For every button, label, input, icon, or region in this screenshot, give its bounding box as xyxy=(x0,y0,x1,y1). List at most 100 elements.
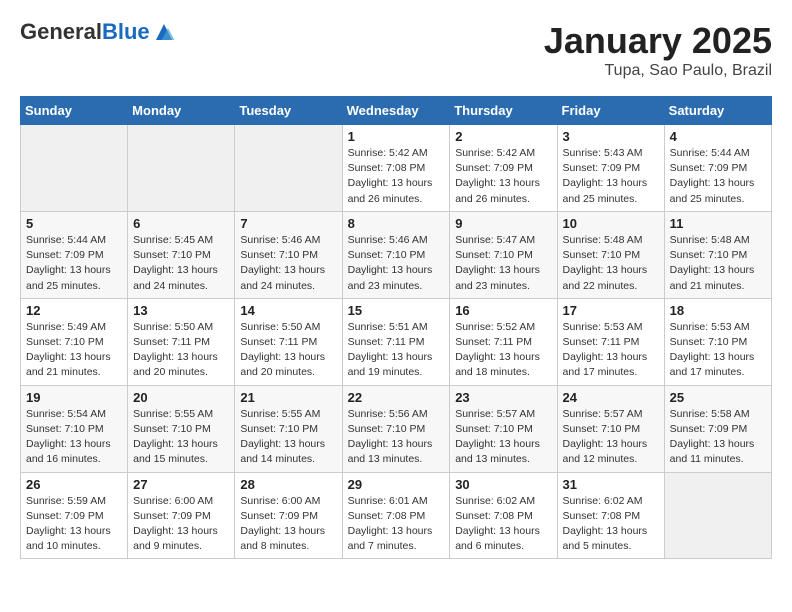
day-info: Sunrise: 5:43 AM Sunset: 7:09 PM Dayligh… xyxy=(563,146,659,207)
day-info: Sunrise: 5:58 AM Sunset: 7:09 PM Dayligh… xyxy=(670,407,766,468)
day-number: 30 xyxy=(455,477,551,492)
day-number: 13 xyxy=(133,303,229,318)
day-info: Sunrise: 5:53 AM Sunset: 7:10 PM Dayligh… xyxy=(670,320,766,381)
day-number: 3 xyxy=(563,129,659,144)
day-info: Sunrise: 5:51 AM Sunset: 7:11 PM Dayligh… xyxy=(348,320,445,381)
day-info: Sunrise: 5:52 AM Sunset: 7:11 PM Dayligh… xyxy=(455,320,551,381)
day-info: Sunrise: 5:47 AM Sunset: 7:10 PM Dayligh… xyxy=(455,233,551,294)
day-number: 28 xyxy=(240,477,336,492)
day-info: Sunrise: 6:02 AM Sunset: 7:08 PM Dayligh… xyxy=(455,494,551,555)
day-cell-1: 1Sunrise: 5:42 AM Sunset: 7:08 PM Daylig… xyxy=(342,125,450,212)
day-info: Sunrise: 6:00 AM Sunset: 7:09 PM Dayligh… xyxy=(240,494,336,555)
day-cell-15: 15 Sunrise: 5:51 AM Sunset: 7:11 PM Dayli… xyxy=(342,298,450,385)
day-cell-3: 3 Sunrise: 5:43 AM Sunset: 7:09 PM Daylig… xyxy=(557,125,664,212)
day-number: 9 xyxy=(455,216,551,231)
day-number: 24 xyxy=(563,390,659,405)
day-info: Sunrise: 5:42 AM Sunset: 7:09 PM Dayligh… xyxy=(455,146,551,207)
day-info: Sunrise: 5:44 AM Sunset: 7:09 PM Dayligh… xyxy=(26,233,122,294)
day-number: 29 xyxy=(348,477,445,492)
weekday-header-tuesday: Tuesday xyxy=(235,97,342,125)
day-number: 1 xyxy=(348,129,445,144)
day-cell-8: 8 Sunrise: 5:46 AM Sunset: 7:10 PM Daylig… xyxy=(342,211,450,298)
weekday-header-sunday: Sunday xyxy=(21,97,128,125)
empty-cell xyxy=(664,472,771,559)
day-number: 18 xyxy=(670,303,766,318)
day-cell-30: 30 Sunrise: 6:02 AM Sunset: 7:08 PM Dayli… xyxy=(450,472,557,559)
weekday-header-friday: Friday xyxy=(557,97,664,125)
logo-blue-text: Blue xyxy=(102,19,150,44)
day-info: Sunrise: 5:50 AM Sunset: 7:11 PM Dayligh… xyxy=(240,320,336,381)
day-number: 10 xyxy=(563,216,659,231)
day-cell-14: 14 Sunrise: 5:50 AM Sunset: 7:11 PM Dayli… xyxy=(235,298,342,385)
day-number: 31 xyxy=(563,477,659,492)
day-number: 5 xyxy=(26,216,122,231)
day-number: 26 xyxy=(26,477,122,492)
day-number: 22 xyxy=(348,390,445,405)
day-number: 15 xyxy=(348,303,445,318)
empty-cell xyxy=(21,125,128,212)
week-row-5: 26Sunrise: 5:59 AM Sunset: 7:09 PM Dayli… xyxy=(21,472,772,559)
empty-cell xyxy=(235,125,342,212)
weekday-header-row: SundayMondayTuesdayWednesdayThursdayFrid… xyxy=(21,97,772,125)
day-info: Sunrise: 5:55 AM Sunset: 7:10 PM Dayligh… xyxy=(240,407,336,468)
day-cell-18: 18 Sunrise: 5:53 AM Sunset: 7:10 PM Dayli… xyxy=(664,298,771,385)
logo-icon xyxy=(152,20,176,44)
day-cell-13: 13 Sunrise: 5:50 AM Sunset: 7:11 PM Dayli… xyxy=(128,298,235,385)
week-row-1: 1Sunrise: 5:42 AM Sunset: 7:08 PM Daylig… xyxy=(21,125,772,212)
week-row-2: 5 Sunrise: 5:44 AM Sunset: 7:09 PM Daylig… xyxy=(21,211,772,298)
day-number: 4 xyxy=(670,129,766,144)
day-cell-11: 11 Sunrise: 5:48 AM Sunset: 7:10 PM Dayli… xyxy=(664,211,771,298)
day-cell-29: 29 Sunrise: 6:01 AM Sunset: 7:08 PM Dayli… xyxy=(342,472,450,559)
weekday-header-thursday: Thursday xyxy=(450,97,557,125)
day-info: Sunrise: 5:53 AM Sunset: 7:11 PM Dayligh… xyxy=(563,320,659,381)
day-cell-19: 19Sunrise: 5:54 AM Sunset: 7:10 PM Dayli… xyxy=(21,385,128,472)
day-info: Sunrise: 5:45 AM Sunset: 7:10 PM Dayligh… xyxy=(133,233,229,294)
day-info: Sunrise: 5:55 AM Sunset: 7:10 PM Dayligh… xyxy=(133,407,229,468)
day-info: Sunrise: 5:50 AM Sunset: 7:11 PM Dayligh… xyxy=(133,320,229,381)
day-number: 17 xyxy=(563,303,659,318)
day-number: 23 xyxy=(455,390,551,405)
day-info: Sunrise: 6:02 AM Sunset: 7:08 PM Dayligh… xyxy=(563,494,659,555)
day-number: 19 xyxy=(26,390,122,405)
logo-general-text: General xyxy=(20,19,102,44)
page-header: GeneralBlue January 2025 Tupa, Sao Paulo… xyxy=(20,20,772,80)
day-number: 2 xyxy=(455,129,551,144)
calendar-table: SundayMondayTuesdayWednesdayThursdayFrid… xyxy=(20,96,772,559)
day-cell-12: 12 Sunrise: 5:49 AM Sunset: 7:10 PM Dayli… xyxy=(21,298,128,385)
day-cell-21: 21Sunrise: 5:55 AM Sunset: 7:10 PM Dayli… xyxy=(235,385,342,472)
day-number: 14 xyxy=(240,303,336,318)
day-info: Sunrise: 6:01 AM Sunset: 7:08 PM Dayligh… xyxy=(348,494,445,555)
day-cell-20: 20 Sunrise: 5:55 AM Sunset: 7:10 PM Dayli… xyxy=(128,385,235,472)
day-number: 25 xyxy=(670,390,766,405)
day-info: Sunrise: 5:48 AM Sunset: 7:10 PM Dayligh… xyxy=(670,233,766,294)
day-info: Sunrise: 5:46 AM Sunset: 7:10 PM Dayligh… xyxy=(348,233,445,294)
day-info: Sunrise: 5:44 AM Sunset: 7:09 PM Dayligh… xyxy=(670,146,766,207)
day-number: 8 xyxy=(348,216,445,231)
day-cell-22: 22 Sunrise: 5:56 AM Sunset: 7:10 PM Dayli… xyxy=(342,385,450,472)
day-info: Sunrise: 5:49 AM Sunset: 7:10 PM Dayligh… xyxy=(26,320,122,381)
empty-cell xyxy=(128,125,235,212)
day-info: Sunrise: 5:48 AM Sunset: 7:10 PM Dayligh… xyxy=(563,233,659,294)
day-cell-7: 7 Sunrise: 5:46 AM Sunset: 7:10 PM Daylig… xyxy=(235,211,342,298)
day-number: 12 xyxy=(26,303,122,318)
day-number: 20 xyxy=(133,390,229,405)
day-number: 7 xyxy=(240,216,336,231)
day-info: Sunrise: 5:46 AM Sunset: 7:10 PM Dayligh… xyxy=(240,233,336,294)
day-number: 11 xyxy=(670,216,766,231)
day-info: Sunrise: 5:57 AM Sunset: 7:10 PM Dayligh… xyxy=(563,407,659,468)
day-cell-4: 4 Sunrise: 5:44 AM Sunset: 7:09 PM Daylig… xyxy=(664,125,771,212)
week-row-3: 12 Sunrise: 5:49 AM Sunset: 7:10 PM Dayli… xyxy=(21,298,772,385)
day-cell-25: 25 Sunrise: 5:58 AM Sunset: 7:09 PM Dayli… xyxy=(664,385,771,472)
logo: GeneralBlue xyxy=(20,20,176,44)
day-cell-2: 2 Sunrise: 5:42 AM Sunset: 7:09 PM Daylig… xyxy=(450,125,557,212)
day-number: 6 xyxy=(133,216,229,231)
title-block: January 2025 Tupa, Sao Paulo, Brazil xyxy=(544,20,772,80)
day-cell-24: 24 Sunrise: 5:57 AM Sunset: 7:10 PM Dayli… xyxy=(557,385,664,472)
month-title: January 2025 xyxy=(544,20,772,62)
day-number: 16 xyxy=(455,303,551,318)
day-cell-5: 5 Sunrise: 5:44 AM Sunset: 7:09 PM Daylig… xyxy=(21,211,128,298)
day-cell-31: 31 Sunrise: 6:02 AM Sunset: 7:08 PM Dayli… xyxy=(557,472,664,559)
location-text: Tupa, Sao Paulo, Brazil xyxy=(544,62,772,80)
day-cell-9: 9 Sunrise: 5:47 AM Sunset: 7:10 PM Daylig… xyxy=(450,211,557,298)
day-info: Sunrise: 5:56 AM Sunset: 7:10 PM Dayligh… xyxy=(348,407,445,468)
